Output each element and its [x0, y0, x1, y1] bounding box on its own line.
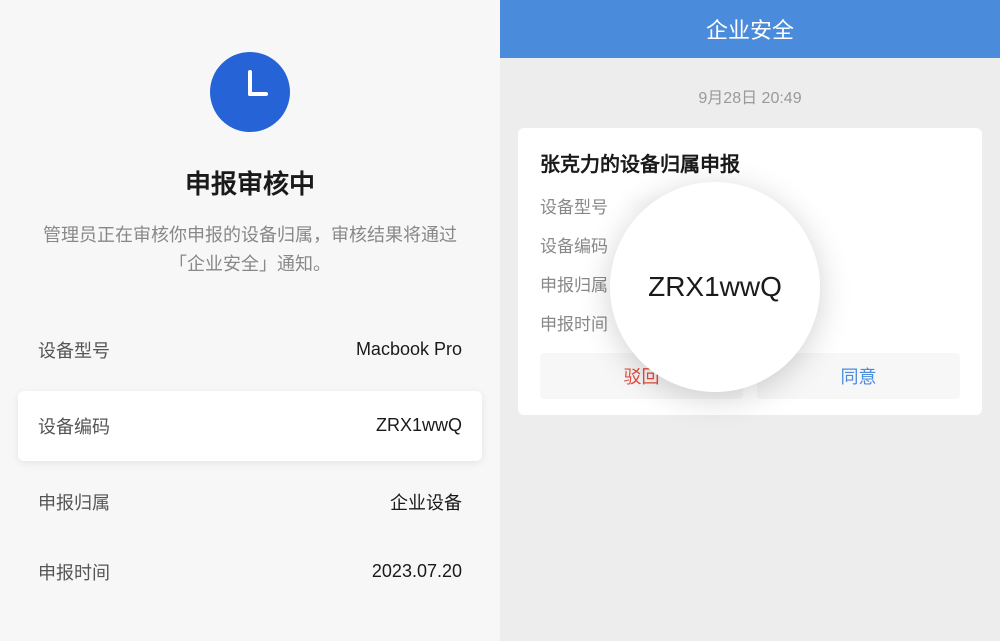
ownership-label: 申报归属 — [38, 489, 110, 515]
chat-header-title: 企业安全 — [706, 13, 794, 45]
device-code-row: 设备编码 ZRX1wwQ — [18, 391, 482, 461]
ownership-value: 企业设备 — [390, 489, 462, 515]
device-code-label: 设备编码 — [38, 413, 110, 439]
device-model-row: 设备型号 Macbook Pro — [0, 315, 500, 385]
review-subtitle: 管理员正在审核你申报的设备归属，审核结果将通过「企业安全」通知。 — [0, 221, 500, 279]
magnifier-value: ZRX1wwQ — [648, 271, 782, 303]
report-time-label: 申报时间 — [38, 559, 110, 585]
clock-icon — [210, 52, 290, 132]
device-info-list: 设备型号 Macbook Pro 设备编码 ZRX1wwQ 申报归属 企业设备 … — [0, 315, 500, 607]
review-title: 申报审核中 — [185, 164, 315, 201]
left-review-panel: 申报审核中 管理员正在审核你申报的设备归属，审核结果将通过「企业安全」通知。 设… — [0, 0, 500, 641]
ownership-row: 申报归属 企业设备 — [0, 467, 500, 537]
device-model-value: Macbook Pro — [356, 339, 462, 360]
device-model-label: 设备型号 — [38, 337, 110, 363]
report-time-row: 申报时间 2023.07.20 — [0, 537, 500, 607]
magnifier-overlay: ZRX1wwQ — [610, 182, 820, 392]
card-title: 张克力的设备归属申报 — [540, 148, 960, 177]
report-time-value: 2023.07.20 — [372, 561, 462, 582]
card-model-label: 设备型号 — [540, 193, 630, 218]
device-code-value: ZRX1wwQ — [376, 415, 462, 436]
chat-timestamp: 9月28日 20:49 — [500, 84, 1000, 108]
chat-header: 企业安全 — [500, 0, 1000, 58]
